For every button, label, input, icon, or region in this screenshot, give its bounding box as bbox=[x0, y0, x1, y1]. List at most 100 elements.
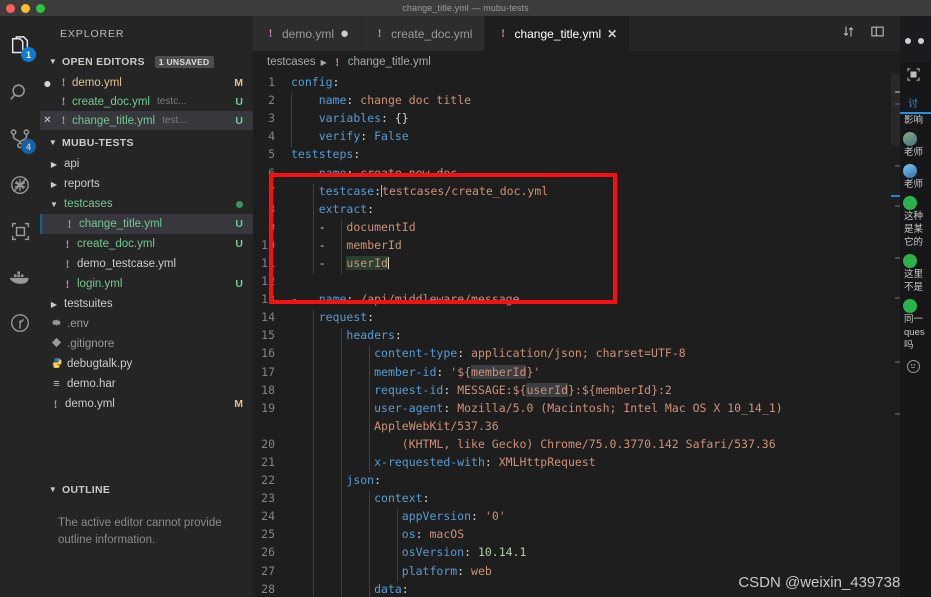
avatar[interactable] bbox=[903, 196, 917, 210]
open-editor-item[interactable]: ✕ ! change_title.yml test... U bbox=[40, 111, 253, 130]
tree-item-login-yml[interactable]: ! login.yml U bbox=[40, 274, 253, 294]
code-line-wrap: AppleWebKit/537.36 bbox=[253, 417, 931, 437]
tree-item-demo-yml[interactable]: ! demo.yml M bbox=[40, 394, 253, 414]
tree-item-label: demo.har bbox=[67, 378, 116, 390]
tree-item-testsuites[interactable]: ▶ testsuites bbox=[40, 294, 253, 314]
tree-item-reports[interactable]: ▶ reports bbox=[40, 174, 253, 194]
project-header[interactable]: ▼ MUBU-TESTS bbox=[40, 132, 253, 154]
breadcrumb-item-file[interactable]: change_title.yml bbox=[348, 56, 431, 68]
yaml-file-icon: ! bbox=[500, 26, 505, 40]
code-line: 20 (KHTML, like Gecko) Chrome/75.0.3770.… bbox=[253, 435, 931, 456]
open-editor-item[interactable]: ! create_doc.yml testc... U bbox=[40, 92, 253, 111]
line-number: 14 bbox=[261, 310, 275, 325]
open-editors-header[interactable]: ▼ OPEN EDITORS 1 UNSAVED bbox=[40, 51, 253, 73]
chevron-right-icon: ▶ bbox=[50, 299, 58, 309]
chevron-down-icon: ▼ bbox=[50, 199, 58, 209]
chat-toolbar[interactable] bbox=[900, 62, 931, 92]
background-chat-window[interactable]: 讨 影响 老师 老师 这种 是某 它的 这里 不是 同一 ques 吗 bbox=[900, 16, 931, 597]
tab-demo-yml[interactable]: ! demo.yml ● bbox=[253, 16, 363, 51]
vscode-window: change_title.yml — mubu-tests 1 4 EXPLOR… bbox=[0, 0, 931, 597]
code-text: - memberId bbox=[291, 237, 931, 256]
line-number: 6 bbox=[268, 165, 275, 180]
chat-line: 影响 bbox=[904, 115, 924, 126]
yaml-file-icon: ! bbox=[268, 26, 273, 40]
tree-item-change-title-yml[interactable]: ! change_title.yml U bbox=[40, 214, 253, 234]
folder-status-dot-icon bbox=[236, 200, 243, 208]
code-line: 13 - name: /api/middleware/message bbox=[253, 290, 931, 308]
open-editor-item[interactable]: ● ! demo.yml M bbox=[40, 73, 253, 92]
activity-item-search[interactable] bbox=[0, 70, 40, 116]
chat-traffic-lights[interactable] bbox=[905, 38, 924, 44]
code-line: 6 - name: create new doc bbox=[253, 163, 931, 181]
yaml-file-icon: ! bbox=[335, 54, 340, 69]
line-number: 28 bbox=[261, 581, 275, 596]
code-editor[interactable]: 1 config: 2 name: change doc title 3 vari… bbox=[253, 73, 931, 597]
tree-item-demo-har[interactable]: ≡ demo.har bbox=[40, 374, 253, 394]
activity-item-source-control[interactable]: 4 bbox=[0, 116, 40, 162]
editor-group: ! demo.yml ● ! create_doc.yml ! change_t… bbox=[253, 16, 931, 597]
watermark-text: CSDN @weixin_43973848 bbox=[738, 574, 917, 591]
tree-item-label: api bbox=[64, 158, 80, 170]
emoji-icon[interactable] bbox=[907, 360, 920, 373]
avatar[interactable] bbox=[903, 254, 917, 268]
tree-item-env[interactable]: .env bbox=[40, 314, 253, 334]
close-icon[interactable]: ✕ bbox=[607, 27, 617, 41]
tree-item-create-doc-yml[interactable]: ! create_doc.yml U bbox=[40, 234, 253, 254]
tree-item-gitignore[interactable]: .gitignore bbox=[40, 334, 253, 354]
tab-label: demo.yml bbox=[282, 26, 335, 41]
line-number: 24 bbox=[261, 509, 275, 524]
tree-item-debugtalk-py[interactable]: debugtalk.py bbox=[40, 354, 253, 374]
toggle-panel-icon[interactable] bbox=[870, 24, 885, 44]
code-text: - userId bbox=[291, 255, 931, 275]
chat-line: 它的 bbox=[904, 237, 924, 248]
tree-item-label: change_title.yml bbox=[79, 218, 163, 230]
line-number: 9 bbox=[268, 219, 275, 234]
line-number: 20 bbox=[261, 436, 275, 451]
tree-item-testcases[interactable]: ▼ testcases bbox=[40, 194, 253, 214]
avatar[interactable] bbox=[903, 299, 917, 313]
line-number: 23 bbox=[261, 491, 275, 506]
activity-item-remote-explorer[interactable] bbox=[0, 208, 40, 254]
code-line: 5 teststeps: bbox=[253, 145, 931, 163]
close-window-button[interactable] bbox=[6, 4, 15, 13]
yaml-file-icon: ! bbox=[65, 236, 70, 251]
code-line: 24 appVersion: '0' bbox=[253, 507, 931, 528]
avatar[interactable] bbox=[903, 164, 917, 178]
screenshot-frame-icon[interactable] bbox=[906, 67, 921, 87]
open-editor-name: create_doc.yml bbox=[72, 95, 150, 108]
activity-item-explorer[interactable]: 1 bbox=[0, 24, 40, 70]
window-traffic-lights[interactable] bbox=[6, 4, 45, 13]
tree-item-label: demo_testcase.yml bbox=[77, 258, 177, 270]
chat-message bbox=[900, 196, 931, 210]
code-line: 19 user-agent: Mozilla/5.0 (Macintosh; I… bbox=[253, 399, 931, 419]
chevron-down-icon: ▼ bbox=[48, 57, 58, 66]
outline-header[interactable]: ▼ OUTLINE bbox=[40, 479, 253, 501]
code-text: content-type: application/json; charset=… bbox=[291, 346, 931, 365]
close-icon[interactable]: ✕ bbox=[40, 115, 55, 126]
line-number: 18 bbox=[261, 382, 275, 397]
chat-line: 是某 bbox=[904, 224, 924, 235]
code-line: 23 context: bbox=[253, 489, 931, 510]
tab-create-doc-yml[interactable]: ! create_doc.yml bbox=[362, 16, 486, 51]
tab-change-title-yml[interactable]: ! change_title.yml ✕ bbox=[485, 16, 631, 51]
chat-tab-discussion[interactable]: 讨 bbox=[900, 92, 931, 114]
yaml-file-icon: ! bbox=[65, 256, 70, 271]
open-editor-status: M bbox=[234, 76, 243, 89]
chevron-right-icon: ▶ bbox=[50, 159, 58, 169]
split-editor-vertical-icon[interactable] bbox=[841, 24, 856, 44]
open-editor-desc: test... bbox=[162, 115, 187, 126]
line-number: 26 bbox=[261, 545, 275, 560]
code-line: 3 variables: {} bbox=[253, 109, 931, 130]
activity-item-run-debug[interactable] bbox=[0, 162, 40, 208]
avatar[interactable] bbox=[903, 132, 917, 146]
list-file-icon: ≡ bbox=[53, 378, 60, 390]
maximize-window-button[interactable] bbox=[36, 4, 45, 13]
minimize-window-button[interactable] bbox=[21, 4, 30, 13]
tree-item-api[interactable]: ▶ api bbox=[40, 154, 253, 174]
tree-item-demo-testcase-yml[interactable]: ! demo_testcase.yml bbox=[40, 254, 253, 274]
activity-bar: 1 4 bbox=[0, 16, 40, 597]
activity-item-extension-tool[interactable] bbox=[0, 300, 40, 346]
activity-item-docker[interactable] bbox=[0, 254, 40, 300]
chevron-right-icon: ▶ bbox=[50, 179, 58, 189]
breadcrumb-item-folder[interactable]: testcases bbox=[267, 56, 316, 68]
